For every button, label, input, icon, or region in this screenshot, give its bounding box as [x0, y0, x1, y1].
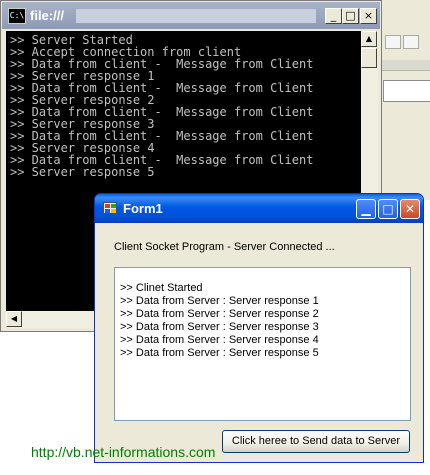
minimize-button[interactable]: ▁	[356, 199, 376, 219]
console-lines: >> Server Started >> Accept connection fr…	[6, 31, 361, 178]
close-button[interactable]: ✕	[400, 199, 420, 219]
text-field[interactable]	[383, 80, 430, 102]
log-line: >> Data from Server : Server response 2	[120, 308, 319, 320]
console-app-icon[interactable]: C:\	[8, 8, 26, 24]
log-line: >> Data from Server : Server response 1	[120, 295, 319, 307]
toolbar	[385, 34, 425, 50]
minimize-button[interactable]: _	[325, 8, 342, 24]
toolbar-icon[interactable]	[385, 35, 401, 49]
message-log-lines: >> Clinet Started >> Data from Server : S…	[115, 268, 410, 360]
close-button[interactable]: ×	[360, 8, 377, 24]
form1-titlebar[interactable]: Form1 ▁ □ ✕	[95, 194, 423, 223]
log-line: >> Clinet Started	[120, 282, 203, 294]
log-line: >> Data from Server : Server response 4	[120, 334, 319, 346]
maximize-button[interactable]: □	[378, 199, 398, 219]
message-log-textbox[interactable]: >> Clinet Started >> Data from Server : S…	[114, 267, 411, 421]
log-line: >> Server response 5	[10, 165, 155, 179]
log-line: >> Data from Server : Server response 3	[120, 321, 319, 333]
scroll-up-arrow-icon[interactable]: ▲	[361, 31, 377, 47]
scroll-left-arrow-icon[interactable]: ◀	[6, 311, 22, 327]
send-data-button[interactable]: Click heree to Send data to Server	[222, 430, 410, 453]
log-line: >> Data from Server : Server response 5	[120, 347, 319, 359]
console-title: file:///	[30, 8, 64, 23]
site-url-text: http://vb.net-informations.com	[31, 444, 216, 460]
maximize-button[interactable]: □	[342, 8, 359, 24]
console-title-path-blur	[76, 9, 316, 23]
toolbar-icon[interactable]	[403, 35, 419, 49]
connection-status-label: Client Socket Program - Server Connected…	[114, 241, 335, 253]
scroll-thumb[interactable]	[361, 48, 377, 68]
form1-window: Form1 ▁ □ ✕ Client Socket Program - Serv…	[94, 193, 424, 463]
console-titlebar[interactable]: C:\ file:/// _ □ ×	[2, 2, 380, 29]
form-title: Form1	[123, 201, 163, 216]
form-app-icon[interactable]	[103, 202, 117, 214]
ruler	[381, 60, 430, 71]
background-window	[380, 0, 430, 200]
